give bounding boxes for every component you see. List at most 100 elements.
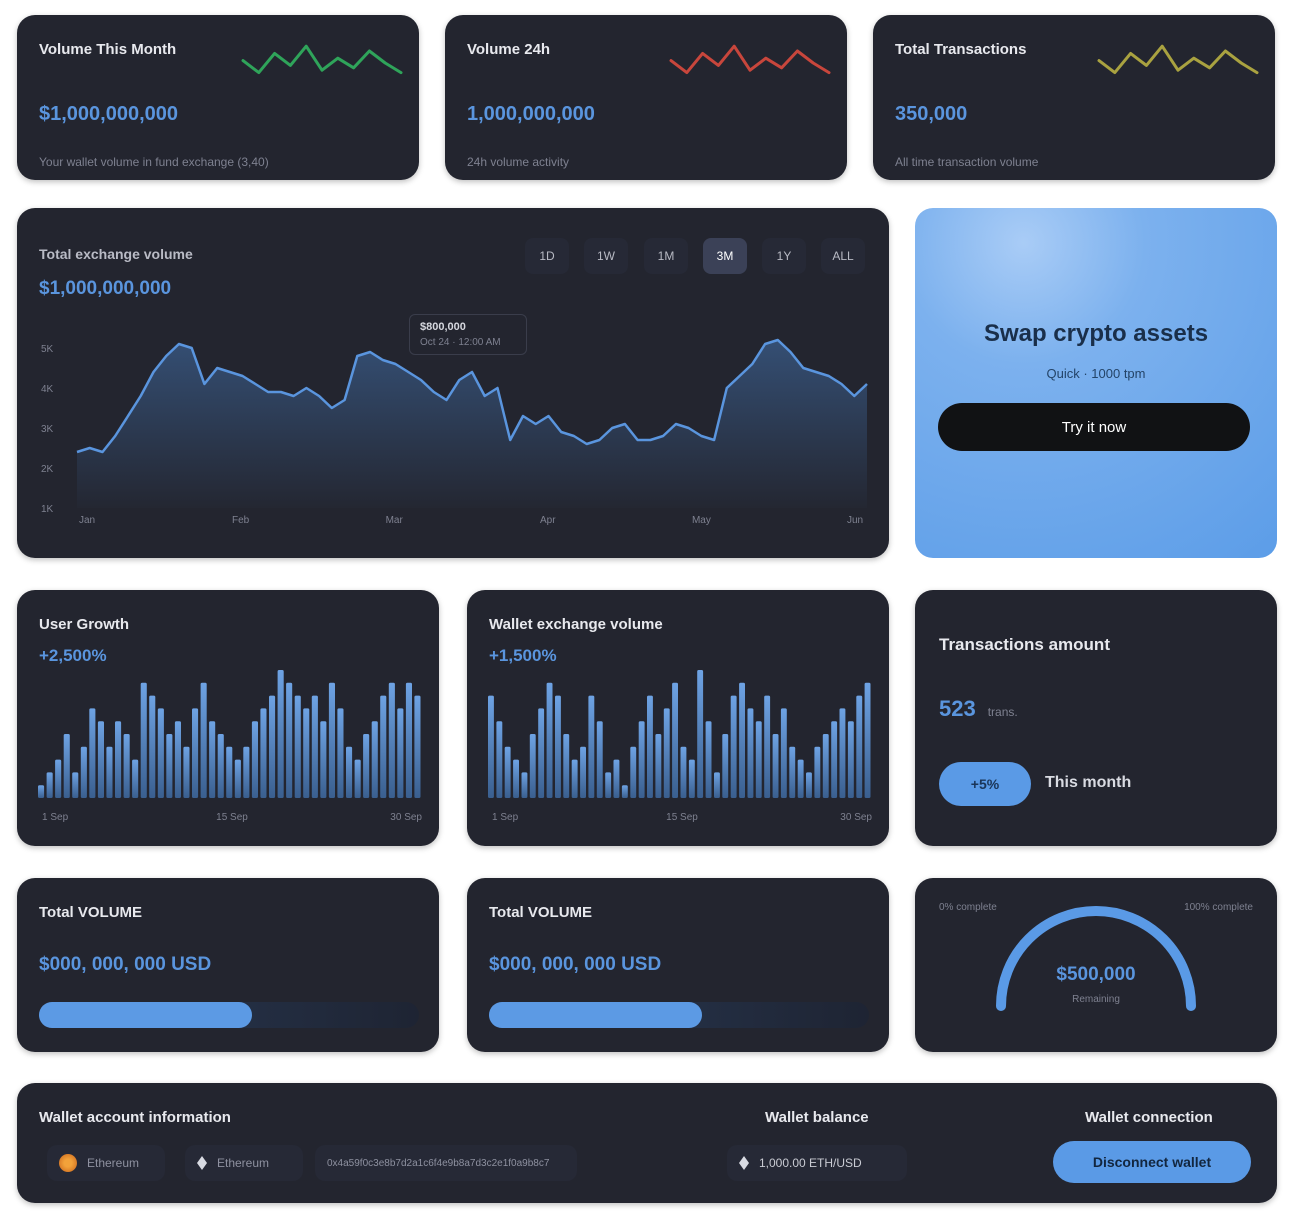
sparkline-path	[669, 44, 831, 75]
bar	[839, 708, 846, 798]
swap-title: Swap crypto assets	[983, 320, 1209, 347]
area-fill	[77, 340, 867, 508]
bar	[613, 759, 620, 798]
bar	[764, 695, 771, 798]
card-title: Total VOLUME	[489, 904, 593, 921]
chain-selector[interactable]: Ethereum	[47, 1145, 165, 1181]
x-tick-label: 15 Sep	[666, 812, 698, 823]
bar	[234, 759, 241, 798]
x-tick-label: Jun	[847, 515, 863, 526]
bar	[157, 708, 164, 798]
card-title: Total VOLUME	[39, 904, 143, 921]
bar	[563, 734, 570, 798]
user-growth-card: User Growth +2,500% 1 Sep 15 Sep 30 Sep	[17, 590, 439, 846]
bar	[166, 734, 173, 798]
bar	[371, 721, 378, 798]
disconnect-wallet-button[interactable]: Disconnect wallet	[1053, 1141, 1251, 1183]
x-tick-label: 1 Sep	[42, 812, 69, 823]
bar	[856, 695, 863, 798]
bar	[864, 682, 871, 798]
network-selector[interactable]: Ethereum	[185, 1145, 303, 1181]
bar	[747, 708, 754, 798]
diamond-icon	[197, 1156, 207, 1170]
wallet-address: 0x4a59f0c3e8b7d2a1c6f4e9b8a7d3c2e1f0a9b8…	[327, 1157, 550, 1169]
bar	[320, 721, 327, 798]
bar	[797, 759, 804, 798]
bar	[286, 682, 293, 798]
wallet-address-field[interactable]: 0x4a59f0c3e8b7d2a1c6f4e9b8a7d3c2e1f0a9b8…	[315, 1145, 577, 1181]
bar	[504, 746, 511, 798]
bar	[496, 721, 503, 798]
trend-sparkline	[1097, 44, 1259, 75]
bar	[217, 734, 224, 798]
try-swap-button[interactable]: Try it now	[938, 403, 1250, 451]
x-tick-label: Mar	[386, 515, 404, 526]
bar	[97, 721, 104, 798]
transactions-count: 523 trans.	[939, 696, 1018, 722]
bar	[697, 670, 704, 798]
chain-label: Ethereum	[87, 1156, 140, 1170]
bar	[46, 772, 53, 798]
card-subtext: 24h volume activity	[467, 155, 570, 169]
bar	[405, 682, 412, 798]
bar	[705, 721, 712, 798]
balance-title: Wallet balance	[765, 1109, 869, 1126]
exchange-volume-chart: 5K 4K 3K 2K 1K Jan Feb Mar Apr May Jun	[41, 338, 868, 526]
bar	[123, 734, 130, 798]
sparkline-path	[241, 44, 403, 75]
bar	[149, 695, 156, 798]
change-pill: +5%	[939, 762, 1031, 806]
bar	[328, 682, 335, 798]
total-transactions-card: Total Transactions 350,000 All time tran…	[873, 15, 1275, 180]
wallet-volume-chart: 1 Sep 15 Sep 30 Sep	[488, 670, 872, 823]
bar	[755, 721, 762, 798]
bar	[688, 759, 695, 798]
card-value: $1,000,000,000	[39, 103, 179, 125]
progress-fill	[39, 1002, 252, 1028]
x-tick-label: 1 Sep	[492, 812, 519, 823]
volume-progress-bar	[489, 1002, 869, 1028]
bar	[663, 708, 670, 798]
progress-fill	[489, 1002, 702, 1028]
bar	[789, 746, 796, 798]
bar	[200, 682, 207, 798]
bar	[630, 746, 637, 798]
x-tick-label: 15 Sep	[216, 812, 248, 823]
bar	[722, 734, 729, 798]
bar	[780, 708, 787, 798]
card-title: Transactions amount	[939, 635, 1110, 654]
swap-subtitle: Quick · 1000 tpm	[1046, 366, 1146, 381]
bar	[529, 734, 536, 798]
tooltip-value: $800,000	[420, 321, 466, 333]
total-value: $000, 000, 000 USD	[489, 954, 662, 975]
bar	[132, 759, 139, 798]
y-tick-label: 2K	[41, 464, 54, 475]
bar	[243, 746, 250, 798]
user-growth-chart: 1 Sep 15 Sep 30 Sep	[38, 670, 422, 823]
total-volume-card-1: Total VOLUME $000, 000, 000 USD	[17, 878, 439, 1052]
volume-progress-bar	[39, 1002, 419, 1028]
card-value: 350,000	[895, 103, 968, 125]
volume-24h-card: Volume 24h 1,000,000,000 24h volume acti…	[445, 15, 847, 180]
bar	[521, 772, 528, 798]
bar	[714, 772, 720, 798]
network-label: Ethereum	[217, 1156, 270, 1170]
bar	[209, 721, 216, 798]
bar	[55, 759, 62, 798]
total-volume-card-2: Total VOLUME $000, 000, 000 USD	[467, 878, 889, 1052]
bar	[739, 682, 745, 798]
bar	[260, 708, 267, 798]
bar	[772, 734, 779, 798]
x-tick-label: May	[692, 515, 711, 526]
bar	[538, 708, 545, 798]
bar	[672, 682, 678, 798]
bar	[655, 734, 662, 798]
bar	[588, 695, 595, 798]
period-label: This month	[1045, 774, 1132, 791]
total-value: $000, 000, 000 USD	[39, 954, 212, 975]
diamond-icon	[739, 1156, 749, 1170]
x-tick-label: Jan	[79, 515, 95, 526]
bar	[115, 721, 122, 798]
bar	[354, 759, 361, 798]
x-tick-label: Apr	[540, 515, 556, 526]
